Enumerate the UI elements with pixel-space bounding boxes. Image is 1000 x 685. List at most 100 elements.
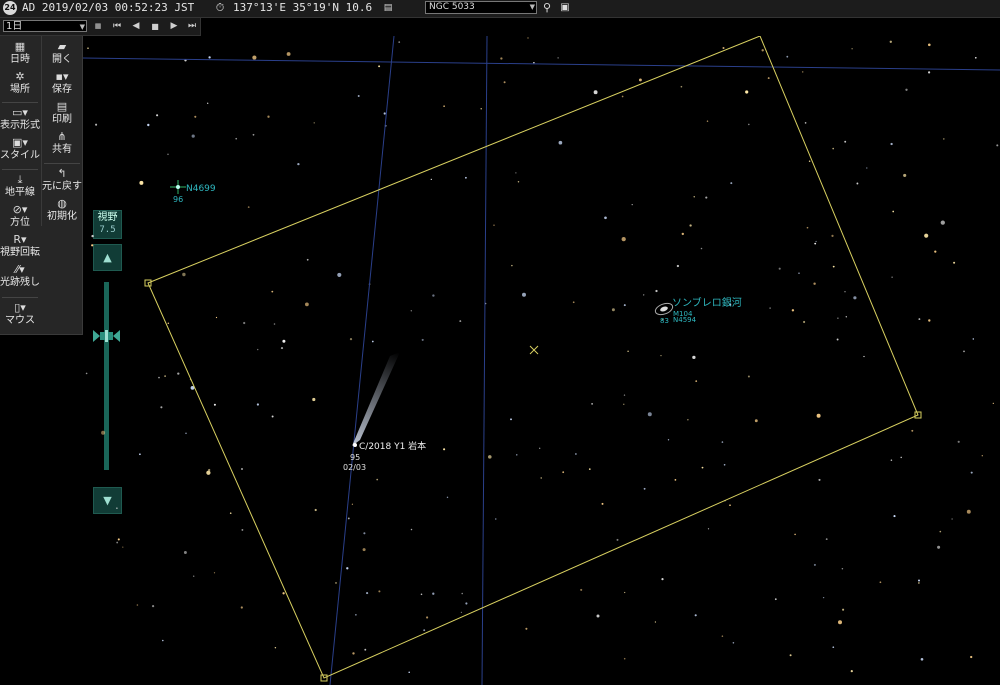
star bbox=[213, 572, 216, 574]
star bbox=[241, 528, 244, 531]
star bbox=[247, 206, 250, 208]
star bbox=[957, 440, 960, 443]
star bbox=[892, 210, 895, 213]
star bbox=[706, 120, 709, 122]
clock-icon[interactable]: ⏱ bbox=[213, 1, 227, 15]
star bbox=[362, 548, 366, 552]
sky-view[interactable]: N4699 96 ソンブレロ銀河 M104 N4594 83 C/2018 Y1… bbox=[83, 36, 1000, 685]
star bbox=[837, 317, 839, 319]
step-icon[interactable]: ▦ bbox=[91, 20, 105, 33]
style-tool[interactable]: ▣▾ スタイル bbox=[0, 136, 40, 162]
datetime-display[interactable]: AD 2019/02/03 00:52:23 JST bbox=[22, 1, 194, 14]
keyboard-icon[interactable]: ▤ bbox=[381, 1, 395, 15]
star bbox=[460, 611, 463, 614]
star bbox=[996, 144, 999, 147]
save-tool[interactable]: ▪▾ 保存 bbox=[42, 70, 82, 96]
time-step-select[interactable]: 1日 ▼ bbox=[3, 20, 87, 32]
share-tool[interactable]: ⋔ 共有 bbox=[42, 130, 82, 156]
star bbox=[623, 403, 625, 405]
star bbox=[845, 316, 847, 318]
skip-forward-icon[interactable]: ⏭ bbox=[185, 20, 199, 33]
star bbox=[927, 43, 931, 47]
rotate-tool[interactable]: R▾ 視野回転 bbox=[0, 233, 40, 259]
star bbox=[822, 596, 825, 599]
horizon-tool[interactable]: ⤓ 地平線 bbox=[0, 173, 40, 199]
star bbox=[207, 102, 209, 104]
chevron-down-icon[interactable]: ▼ bbox=[530, 2, 535, 13]
star bbox=[117, 538, 120, 541]
compass-tool[interactable]: ⊘▾ 方位 bbox=[0, 203, 40, 229]
star bbox=[832, 147, 834, 150]
star bbox=[194, 115, 197, 118]
star bbox=[890, 142, 893, 146]
star bbox=[366, 592, 369, 595]
skip-back-icon[interactable]: ⏮ bbox=[110, 20, 124, 33]
star bbox=[903, 173, 907, 177]
star bbox=[408, 671, 410, 674]
star bbox=[116, 507, 118, 509]
divider bbox=[2, 169, 38, 170]
star bbox=[729, 504, 731, 507]
star bbox=[510, 418, 512, 421]
stop-icon[interactable]: ■ bbox=[148, 20, 162, 33]
playback-bar: 1日 ▼ ▦ ⏮ ◀ ■ ▶ ⏭ bbox=[0, 18, 201, 36]
object-search-input[interactable]: NGC 5033 ▼ bbox=[425, 1, 537, 14]
chevron-down-icon[interactable]: ▼ bbox=[80, 21, 85, 33]
star bbox=[786, 55, 789, 58]
undo-tool[interactable]: ↰ 元に戻す bbox=[42, 167, 82, 193]
star bbox=[167, 322, 170, 325]
open-tool[interactable]: ▰ 開く bbox=[42, 40, 82, 66]
star bbox=[851, 48, 853, 50]
display-format-tool[interactable]: ▭▾ 表示形式 bbox=[0, 106, 40, 132]
location-tool[interactable]: ✲ 場所 bbox=[0, 70, 40, 96]
star bbox=[804, 122, 807, 124]
search-icon[interactable]: ⚲ bbox=[540, 1, 554, 15]
play-reverse-icon[interactable]: ◀ bbox=[129, 20, 143, 33]
location-display[interactable]: 137°13'E 35°19'N 10.6 bbox=[233, 1, 372, 14]
print-tool[interactable]: ▤ 印刷 bbox=[42, 100, 82, 126]
star bbox=[803, 320, 806, 324]
folder-icon: ▰ bbox=[57, 40, 67, 53]
play-icon[interactable]: ▶ bbox=[167, 20, 181, 33]
datetime-tool[interactable]: ▦ 日時 bbox=[0, 40, 40, 66]
star bbox=[844, 140, 847, 143]
star bbox=[215, 316, 218, 319]
reset-tool[interactable]: ◍ 初期化 bbox=[42, 197, 82, 223]
star bbox=[511, 264, 513, 267]
star bbox=[162, 639, 164, 642]
rotate-icon: R▾ bbox=[13, 233, 27, 246]
star bbox=[981, 455, 983, 457]
star bbox=[842, 608, 845, 611]
star bbox=[832, 646, 835, 649]
mouse-tool[interactable]: ▯▾ マウス bbox=[0, 301, 40, 327]
tool-label: マウス bbox=[5, 315, 35, 326]
star bbox=[527, 37, 529, 39]
star bbox=[443, 105, 445, 107]
star bbox=[789, 654, 792, 657]
star bbox=[314, 508, 317, 512]
star bbox=[814, 242, 817, 245]
star bbox=[371, 340, 374, 343]
star bbox=[493, 224, 495, 226]
comet-nucleus[interactable] bbox=[353, 443, 357, 447]
star bbox=[593, 90, 598, 95]
star bbox=[183, 551, 187, 554]
star bbox=[631, 203, 633, 206]
star bbox=[191, 134, 195, 138]
comet-label: C/2018 Y1 岩本 bbox=[359, 440, 426, 452]
star bbox=[621, 236, 626, 242]
camera-frame[interactable] bbox=[147, 36, 919, 679]
trail-tool[interactable]: ⁄⁄▾ 光跡残し bbox=[0, 263, 40, 289]
galaxy-n4699-marker[interactable] bbox=[170, 180, 186, 194]
star bbox=[208, 56, 211, 59]
star bbox=[970, 471, 973, 474]
era-icon[interactable]: 24 bbox=[3, 1, 17, 15]
tool-label: 共有 bbox=[52, 144, 72, 155]
star bbox=[627, 350, 629, 353]
mouse-icon: ▯▾ bbox=[14, 301, 26, 314]
star bbox=[695, 380, 698, 382]
tool-label: 初期化 bbox=[47, 211, 77, 222]
star bbox=[432, 294, 435, 297]
list-icon[interactable]: ▣ bbox=[558, 1, 572, 15]
star bbox=[588, 468, 591, 470]
